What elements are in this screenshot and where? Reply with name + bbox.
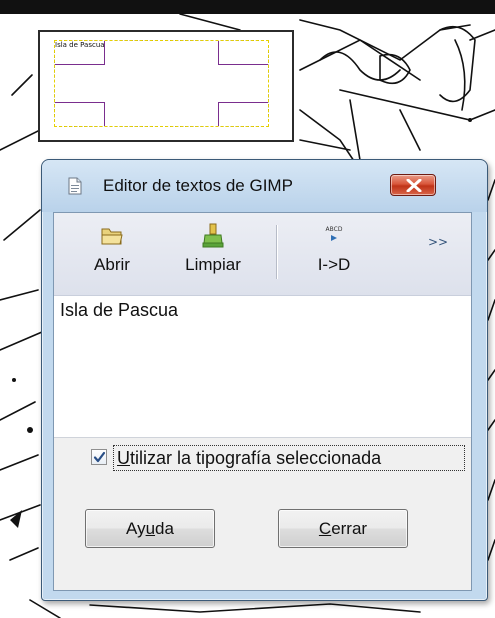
close-label-mnemonic: C xyxy=(318,519,332,538)
dialog-client-area: Abrir Limpiar ABCD I->D >> Isla de Pascu… xyxy=(53,212,472,591)
use-selected-font-label[interactable]: Utilizar la tipografía seleccionada xyxy=(113,445,465,471)
checkbox-label-text: tilizar la tipografía seleccionada xyxy=(130,448,382,468)
dialog-close-button[interactable] xyxy=(390,174,436,196)
canvas-text-layer[interactable]: Isla de Pascua xyxy=(38,30,294,142)
help-button[interactable]: Ayuda xyxy=(85,509,215,548)
text-editor-content: Isla de Pascua xyxy=(60,300,179,320)
text-direction-icon: ABCD xyxy=(326,226,343,241)
clear-button[interactable]: Limpiar xyxy=(168,223,258,285)
close-label-text: errar xyxy=(331,519,368,538)
dialog-titlebar[interactable]: Editor de textos de GIMP xyxy=(42,160,487,212)
checkmark-icon xyxy=(93,451,106,463)
transform-handle-bottom-left[interactable] xyxy=(55,102,105,126)
transform-handle-bottom-right[interactable] xyxy=(218,102,268,126)
text-editor-area[interactable]: Isla de Pascua xyxy=(54,296,471,438)
text-layer-content: Isla de Pascua xyxy=(55,41,105,49)
toolbar-separator xyxy=(276,225,277,279)
folder-icon xyxy=(101,228,123,245)
checkbox-label-mnemonic: U xyxy=(117,448,130,468)
gimp-text-editor-icon xyxy=(68,177,82,195)
close-x-icon xyxy=(406,179,422,192)
svg-text:ABCD: ABCD xyxy=(326,226,343,233)
toolbar-overflow-button[interactable]: >> xyxy=(428,235,448,249)
text-direction-button[interactable]: ABCD I->D xyxy=(294,223,374,285)
editor-toolbar: Abrir Limpiar ABCD I->D >> xyxy=(54,213,471,296)
text-layer-selection-outline xyxy=(54,40,269,127)
clear-button-label: Limpiar xyxy=(185,255,241,274)
text-direction-label: I->D xyxy=(317,255,351,274)
close-button[interactable]: Cerrar xyxy=(278,509,408,548)
dialog-title: Editor de textos de GIMP xyxy=(103,176,293,195)
text-editor-dialog: Editor de textos de GIMP Abrir Limpiar A… xyxy=(41,159,488,601)
open-button[interactable]: Abrir xyxy=(80,223,144,285)
help-label-mnemonic: u xyxy=(145,519,156,538)
open-button-label: Abrir xyxy=(94,255,130,274)
transform-handle-top-right[interactable] xyxy=(218,41,268,65)
help-label-start: Ay xyxy=(126,519,146,538)
use-selected-font-checkbox[interactable] xyxy=(91,449,107,465)
help-label-end: da xyxy=(155,519,174,538)
broom-icon xyxy=(202,223,224,248)
